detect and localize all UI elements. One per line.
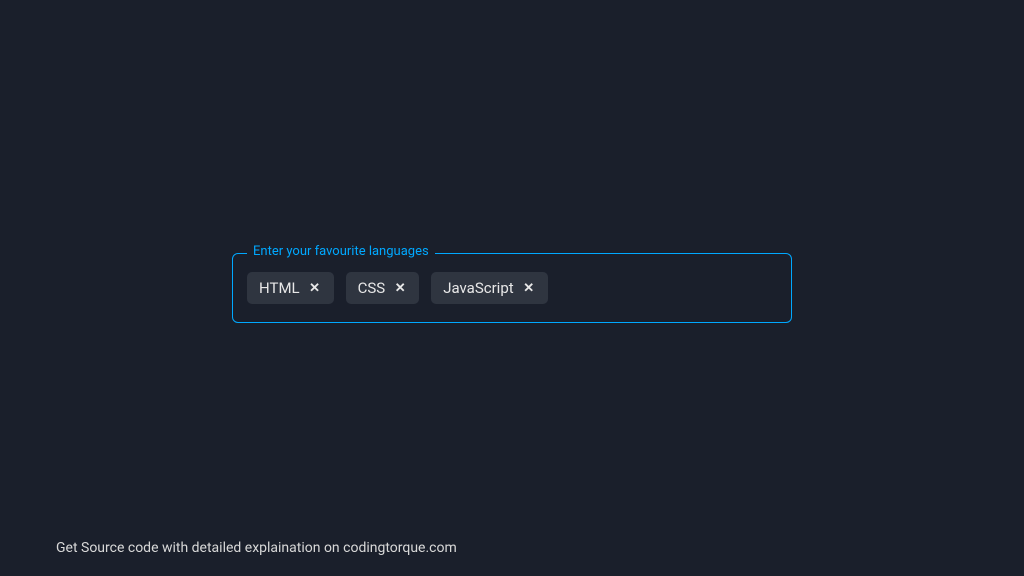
close-icon[interactable]: ✕ [308,281,322,295]
close-icon[interactable]: ✕ [393,281,407,295]
tag-input-container[interactable]: Enter your favourite languages HTML ✕ CS… [232,253,792,323]
close-icon[interactable]: ✕ [522,281,536,295]
tag-label: HTML [259,279,300,297]
tag-item: HTML ✕ [247,272,334,304]
tags-wrapper: HTML ✕ CSS ✕ JavaScript ✕ [247,272,777,304]
tag-label: CSS [358,279,386,297]
tag-input-label: Enter your favourite languages [247,244,435,259]
tag-item: JavaScript ✕ [431,272,547,304]
tag-text-input[interactable] [560,280,777,297]
tag-item: CSS ✕ [346,272,420,304]
footer-attribution: Get Source code with detailed explainati… [56,540,457,556]
tag-label: JavaScript [443,279,513,297]
